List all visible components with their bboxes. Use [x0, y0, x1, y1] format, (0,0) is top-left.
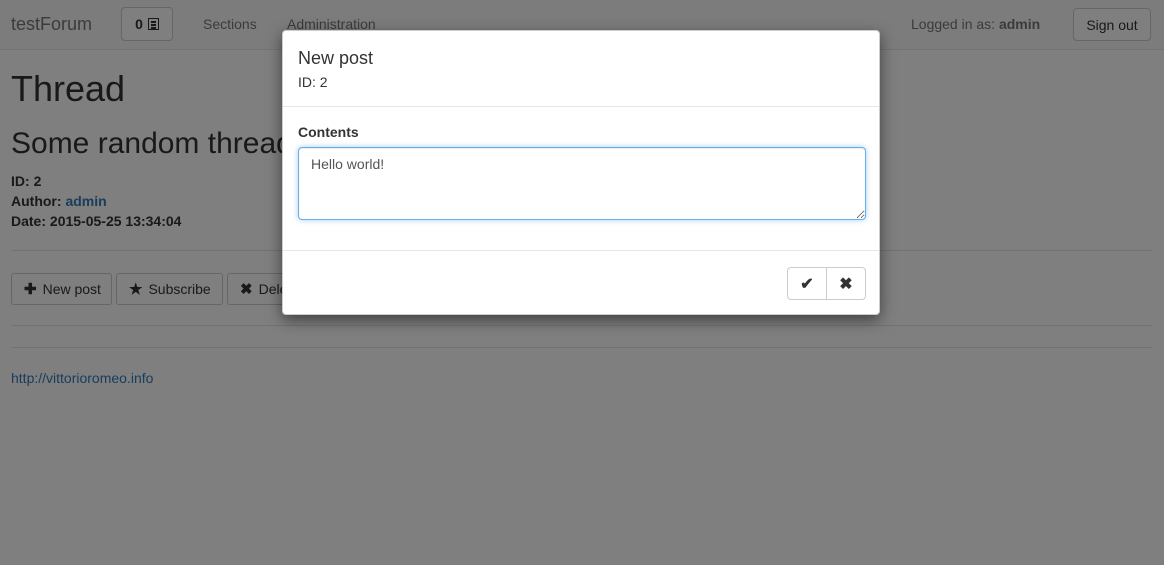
cancel-button[interactable]: ✖ [826, 267, 866, 300]
confirm-button[interactable]: ✔ [787, 267, 827, 300]
modal-header: New post ID: 2 [283, 31, 879, 107]
contents-label: Contents [298, 124, 359, 140]
modal-title: New post [298, 48, 374, 68]
check-icon: ✔ [800, 275, 814, 293]
contents-textarea[interactable]: Hello world! [298, 147, 866, 220]
modal-footer-divider [283, 250, 879, 251]
times-icon: ✖ [839, 275, 853, 293]
new-post-modal: New post ID: 2 Contents Hello world! ✔ ✖ [282, 30, 880, 315]
modal-subtitle: ID: 2 [298, 74, 328, 90]
